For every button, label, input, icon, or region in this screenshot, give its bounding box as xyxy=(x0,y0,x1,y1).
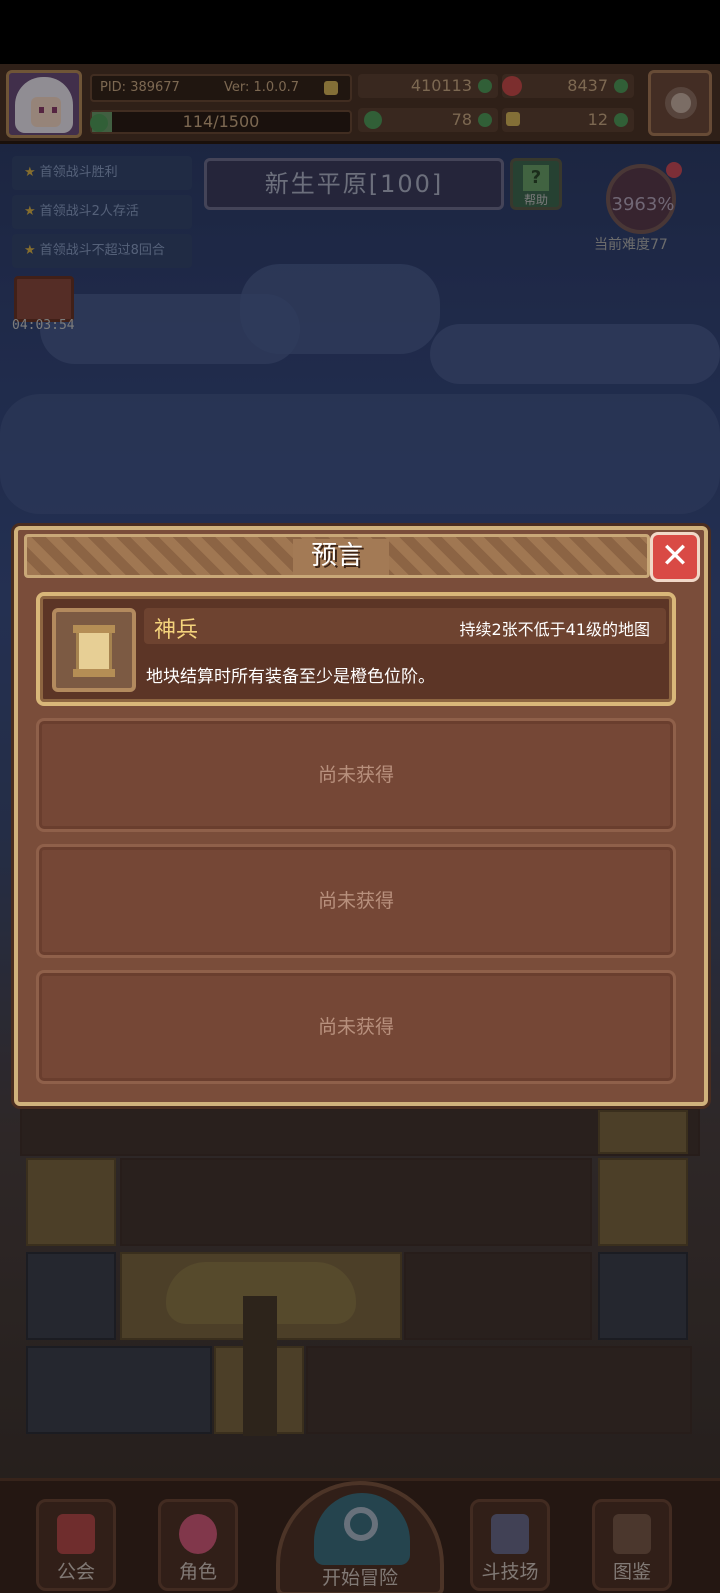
prophecy-condition: 持续2张不低于41级的地图 xyxy=(459,620,650,639)
prophecy-modal: 预言 ✕ 神兵 持续2张不低于41级的地图 地块结算时所有装备至少是橙色位阶。 … xyxy=(14,526,708,1106)
scroll-icon xyxy=(73,625,115,677)
modal-title: 预言 xyxy=(310,541,363,571)
prophecy-description: 地块结算时所有装备至少是橙色位阶。 xyxy=(146,667,435,687)
locked-text: 尚未获得 xyxy=(317,1016,394,1038)
locked-text: 尚未获得 xyxy=(317,764,394,786)
prophecy-card-locked[interactable]: 尚未获得 xyxy=(36,718,676,832)
prophecy-card[interactable]: 神兵 持续2张不低于41级的地图 地块结算时所有装备至少是橙色位阶。 xyxy=(36,592,676,706)
close-button[interactable]: ✕ xyxy=(650,532,700,582)
prophecy-card-locked[interactable]: 尚未获得 xyxy=(36,970,676,1084)
close-icon: ✕ xyxy=(660,536,690,576)
modal-header: 预言 xyxy=(24,534,650,578)
prophecy-card-locked[interactable]: 尚未获得 xyxy=(36,844,676,958)
prophecy-icon-slot xyxy=(52,608,136,692)
prophecy-name: 神兵 xyxy=(154,618,199,643)
locked-text: 尚未获得 xyxy=(317,890,394,912)
